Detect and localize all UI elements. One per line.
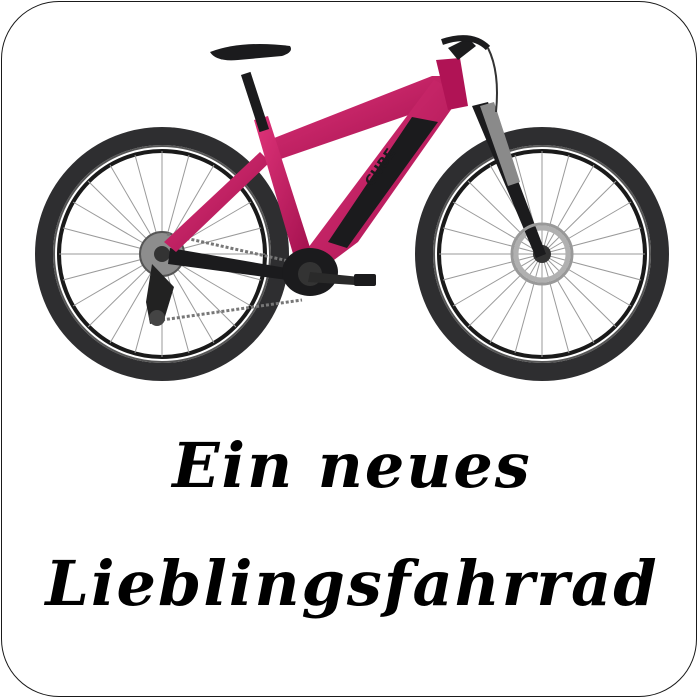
caption-line-1: Ein neues	[172, 429, 532, 502]
product-card[interactable]: CUBE Ein neues Lieblingsfahrrad	[1, 1, 697, 697]
e-bike-image: CUBE	[35, 35, 669, 381]
caption-line-2: Lieblingsfahrrad	[45, 547, 659, 620]
saddle	[210, 44, 291, 133]
